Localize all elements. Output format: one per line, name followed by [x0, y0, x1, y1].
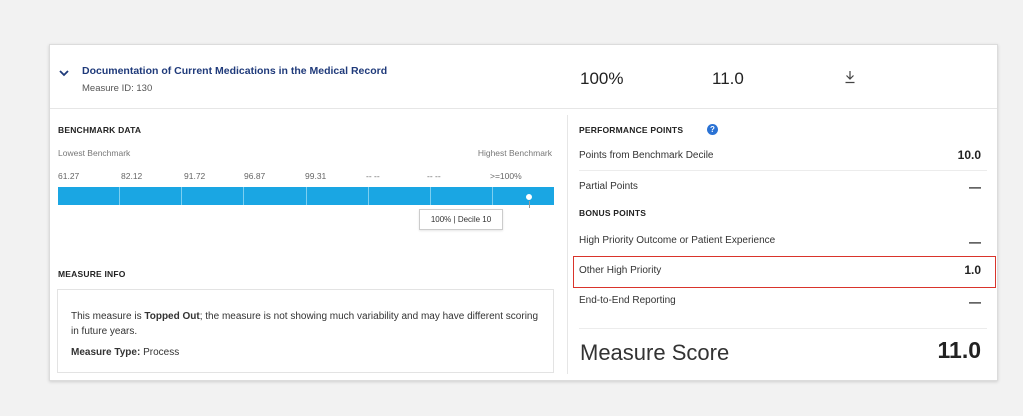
decile-segment	[431, 187, 493, 205]
benchmark-tick: -- --	[366, 171, 380, 181]
benchmark-tick: 99.31	[305, 171, 327, 181]
marker-line	[528, 201, 530, 208]
benchmark-heading: BENCHMARK DATA	[58, 125, 142, 135]
measure-score-label: Measure Score	[580, 340, 730, 365]
decile-segment	[182, 187, 245, 205]
measure-title[interactable]: Documentation of Current Medications in …	[82, 65, 387, 77]
measure-type: Measure Type: Process	[71, 347, 180, 358]
column-divider	[567, 115, 568, 374]
points-row-value: 10.0	[957, 148, 981, 162]
bonus-row-value: —	[969, 235, 981, 249]
points-row-value: —	[969, 180, 981, 194]
benchmark-tick: 61.27	[58, 171, 80, 181]
decile-segment	[369, 187, 431, 205]
performance-rate: 100%	[580, 69, 624, 88]
bonus-row-label: High Priority Outcome or Patient Experie…	[579, 235, 776, 246]
benchmark-tick: 82.12	[121, 171, 143, 181]
bonus-row-label: End-to-End Reporting	[579, 295, 676, 306]
points-row-label: Points from Benchmark Decile	[579, 150, 714, 161]
bonus-row-value: —	[969, 295, 981, 309]
benchmark-decile-bar	[58, 187, 554, 205]
row-divider	[579, 170, 987, 171]
header-score: 11.0	[712, 69, 744, 88]
header-divider	[50, 108, 997, 109]
benchmark-tick: -- --	[427, 171, 441, 181]
measure-info-box: This measure is Topped Out; the measure …	[57, 289, 554, 373]
decile-segment	[244, 187, 307, 205]
measure-score-value: 11.0	[937, 337, 982, 363]
download-icon[interactable]	[844, 70, 856, 84]
performance-points-heading: PERFORMANCE POINTS	[579, 125, 684, 135]
chevron-down-icon[interactable]	[58, 67, 70, 79]
decile-segment	[58, 187, 121, 205]
highlight-box	[573, 256, 996, 288]
highest-benchmark-label: Highest Benchmark	[477, 148, 552, 158]
measure-id: Measure ID: 130	[82, 83, 153, 94]
help-icon[interactable]: ?	[707, 124, 718, 135]
decile-segment	[120, 187, 183, 205]
decile-tooltip: 100% | Decile 10	[419, 209, 503, 230]
measure-card: Documentation of Current Medications in …	[49, 44, 998, 381]
decile-segment	[493, 187, 554, 205]
decile-segment	[307, 187, 369, 205]
benchmark-tick: >=100%	[490, 171, 522, 181]
topped-out-text: Topped Out	[144, 311, 200, 322]
lowest-benchmark-label: Lowest Benchmark	[58, 148, 131, 158]
benchmark-tick: 96.87	[244, 171, 266, 181]
measure-info-text: This measure is Topped Out; the measure …	[71, 311, 539, 337]
bonus-points-heading: BONUS POINTS	[579, 208, 647, 218]
benchmark-tick: 91.72	[184, 171, 206, 181]
measure-info-heading: MEASURE INFO	[58, 269, 126, 279]
points-row-label: Partial Points	[579, 181, 638, 192]
row-divider	[579, 328, 987, 329]
